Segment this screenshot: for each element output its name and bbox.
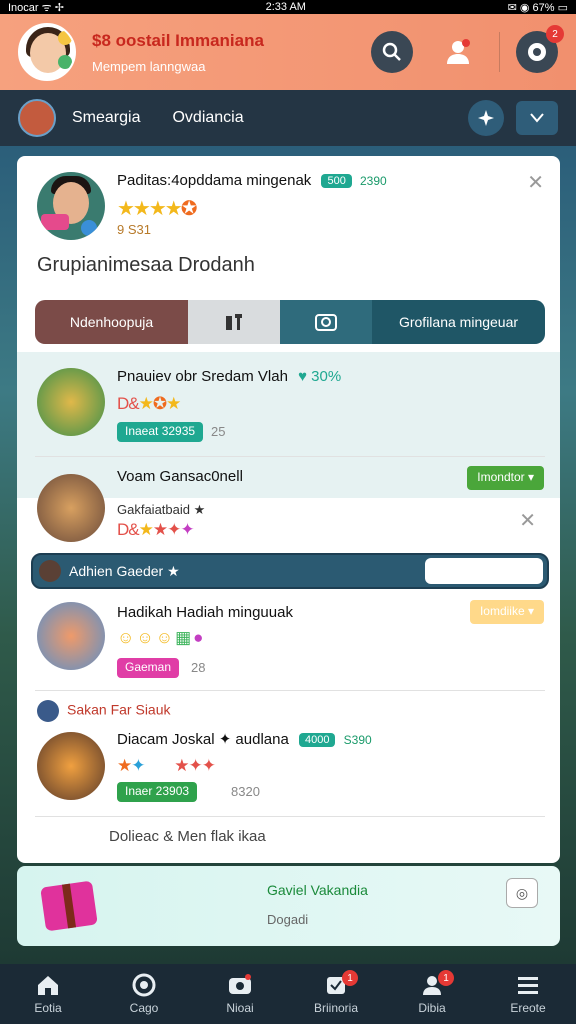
bottom-nav-menu[interactable]: Ereote <box>480 964 576 1024</box>
bottom-nav-badges[interactable]: Briinoria 1 <box>288 964 384 1024</box>
bottom-nav-home[interactable]: Eotia <box>0 964 96 1024</box>
divider <box>35 456 545 457</box>
bottom-nav-profile[interactable]: Dibia 1 <box>384 964 480 1024</box>
item-stars-3: ☺☺☺▦● <box>117 628 206 647</box>
dismiss-icon[interactable]: ✕ <box>519 508 536 533</box>
chevron-down-icon <box>530 113 544 123</box>
promo-subtitle: Dogadi <box>267 912 309 927</box>
adder-bar: Adhien Gaeder ★ <box>31 553 549 589</box>
user-icon <box>447 39 470 64</box>
item-stars: D&★✪★ <box>117 394 181 413</box>
section-heading: Sakan Far Siauk <box>37 700 171 722</box>
sparkle-icon <box>478 110 494 126</box>
home-icon <box>38 976 58 995</box>
item-thumbnail[interactable] <box>37 732 105 800</box>
nav-tab-1[interactable]: Smeargia <box>72 109 140 127</box>
battery-status: ✉ ◉ 67% ▭ <box>507 1 568 14</box>
bottom-nav: Eotia Cago Nioai Briinoria 1 Dibia 1 Ere… <box>0 964 576 1024</box>
tab-segment-2[interactable] <box>188 300 280 344</box>
item-thumbnail[interactable] <box>37 474 105 542</box>
camera-icon <box>315 314 337 331</box>
search-icon <box>382 42 401 61</box>
camera-icon <box>229 974 251 994</box>
collapse-button[interactable] <box>516 101 558 135</box>
status-bar: Inocar ᯤ ✢ 2:33 AM ✉ ◉ 67% ▭ <box>0 0 576 14</box>
item-stars-4: ★✦ ★✦✦ <box>117 756 216 775</box>
bar-label: Adhien Gaeder ★ <box>69 563 180 579</box>
carrier: Inocar ᯤ ✢ <box>8 1 64 14</box>
profile-pill-extra: 2390 <box>360 174 387 188</box>
nav-tab-2[interactable]: Ovdiancia <box>172 109 243 127</box>
item-thumbnail[interactable] <box>37 602 105 670</box>
bottom-nav-badge: 1 <box>438 970 454 986</box>
list-item-title: Pnauiev obr Sredam Vlah ♥ 30% <box>117 368 342 385</box>
section-avatar <box>37 700 59 722</box>
item-action-button[interactable]: Imondtor ▾ <box>467 466 544 490</box>
item-chip: Inaeat 32935 <box>117 422 204 442</box>
promo-button[interactable]: ◎ <box>506 878 538 908</box>
tool-icon <box>226 314 242 330</box>
bar-input[interactable] <box>425 558 543 584</box>
item-stars: D&★★✦✦ <box>117 520 195 539</box>
secondary-nav: Smeargia Ovdiancia <box>0 90 576 146</box>
app-header: $8 oostail Immaniana Mempem lanngwaa 2 <box>0 14 576 90</box>
menu-icon <box>518 977 538 994</box>
promo-title: Gaviel Vakandia <box>267 882 368 898</box>
promo-banner[interactable]: Gaviel Vakandia Dogadi ◎ <box>17 866 560 946</box>
bottom-nav-badge: 1 <box>342 970 358 986</box>
footer-line: Dolieac & Men flak ikaa <box>109 828 266 845</box>
item-tag: ♥ 30% <box>298 368 342 385</box>
divider <box>35 690 545 691</box>
clock: 2:33 AM <box>265 1 306 13</box>
list-item-title-3: Hadikah Hadiah minguuak <box>117 604 293 621</box>
bar-avatar <box>39 560 61 582</box>
profile-rating-stars: ★★★★✪ <box>117 198 197 220</box>
segmented-control: Ndenhoopuja Grofilana mingeuar <box>35 300 545 344</box>
item-chip-3: Gaeman <box>117 658 180 678</box>
header-divider <box>499 32 500 72</box>
divider <box>35 816 545 817</box>
profile-pill: 500 <box>321 174 352 189</box>
item-chip-num-3: 28 <box>191 660 206 675</box>
item-thumbnail[interactable] <box>37 368 105 436</box>
chat-icon <box>528 43 546 61</box>
close-icon[interactable]: ✕ <box>527 170 544 195</box>
search-button[interactable] <box>371 31 413 73</box>
bottom-nav-camera[interactable]: Nioai <box>192 964 288 1024</box>
nav-avatar[interactable] <box>18 99 56 137</box>
item-chip-num-4: 8320 <box>231 784 260 799</box>
item-chip-4: Inaer 23903 <box>117 782 198 802</box>
messages-badge: 2 <box>546 25 564 43</box>
bottom-nav-game[interactable]: Cago <box>96 964 192 1024</box>
profile-photo[interactable] <box>37 172 105 240</box>
item-action-button-3[interactable]: Iomdiike ▾ <box>469 600 544 624</box>
app-title: $8 oostail Immaniana <box>92 30 264 50</box>
profile-title: Paditas:4opddama mingenak 500 2390 <box>117 172 387 189</box>
profile-headline: Grupianimesaa Drodanh <box>37 254 255 276</box>
gift-icon <box>40 880 98 932</box>
item-pill: 4000 <box>299 733 336 748</box>
tab-segment-3[interactable] <box>280 300 372 344</box>
tab-segment-1[interactable]: Ndenhoopuja <box>35 300 188 344</box>
tab-segment-4[interactable]: Grofilana mingeuar <box>372 300 545 344</box>
profile-button[interactable] <box>437 31 479 73</box>
item-chip-num: 25 <box>211 424 226 439</box>
profile-score: 9 S31 <box>117 222 151 237</box>
list-item-title-4: Diacam Joskal ✦ audlana 4000 S390 <box>117 731 372 748</box>
app-subtitle: Mempem lanngwaa <box>92 58 206 74</box>
game-icon <box>132 973 156 997</box>
main-card: Paditas:4opddama mingenak 500 2390 ★★★★✪… <box>17 156 560 863</box>
user-avatar[interactable] <box>18 23 76 81</box>
messages-button[interactable]: 2 <box>516 25 564 73</box>
sparkle-button[interactable] <box>468 100 504 136</box>
item-subtext: Gakfaiatbaid ★ <box>117 502 206 517</box>
header-text: $8 oostail Immaniana Mempem lanngwaa <box>92 31 347 74</box>
item-pill-extra: S390 <box>343 733 372 747</box>
profile-name: Paditas:4opddama mingenak <box>117 172 312 189</box>
list-item-title-2: Voam Gansac0nell <box>117 468 243 485</box>
